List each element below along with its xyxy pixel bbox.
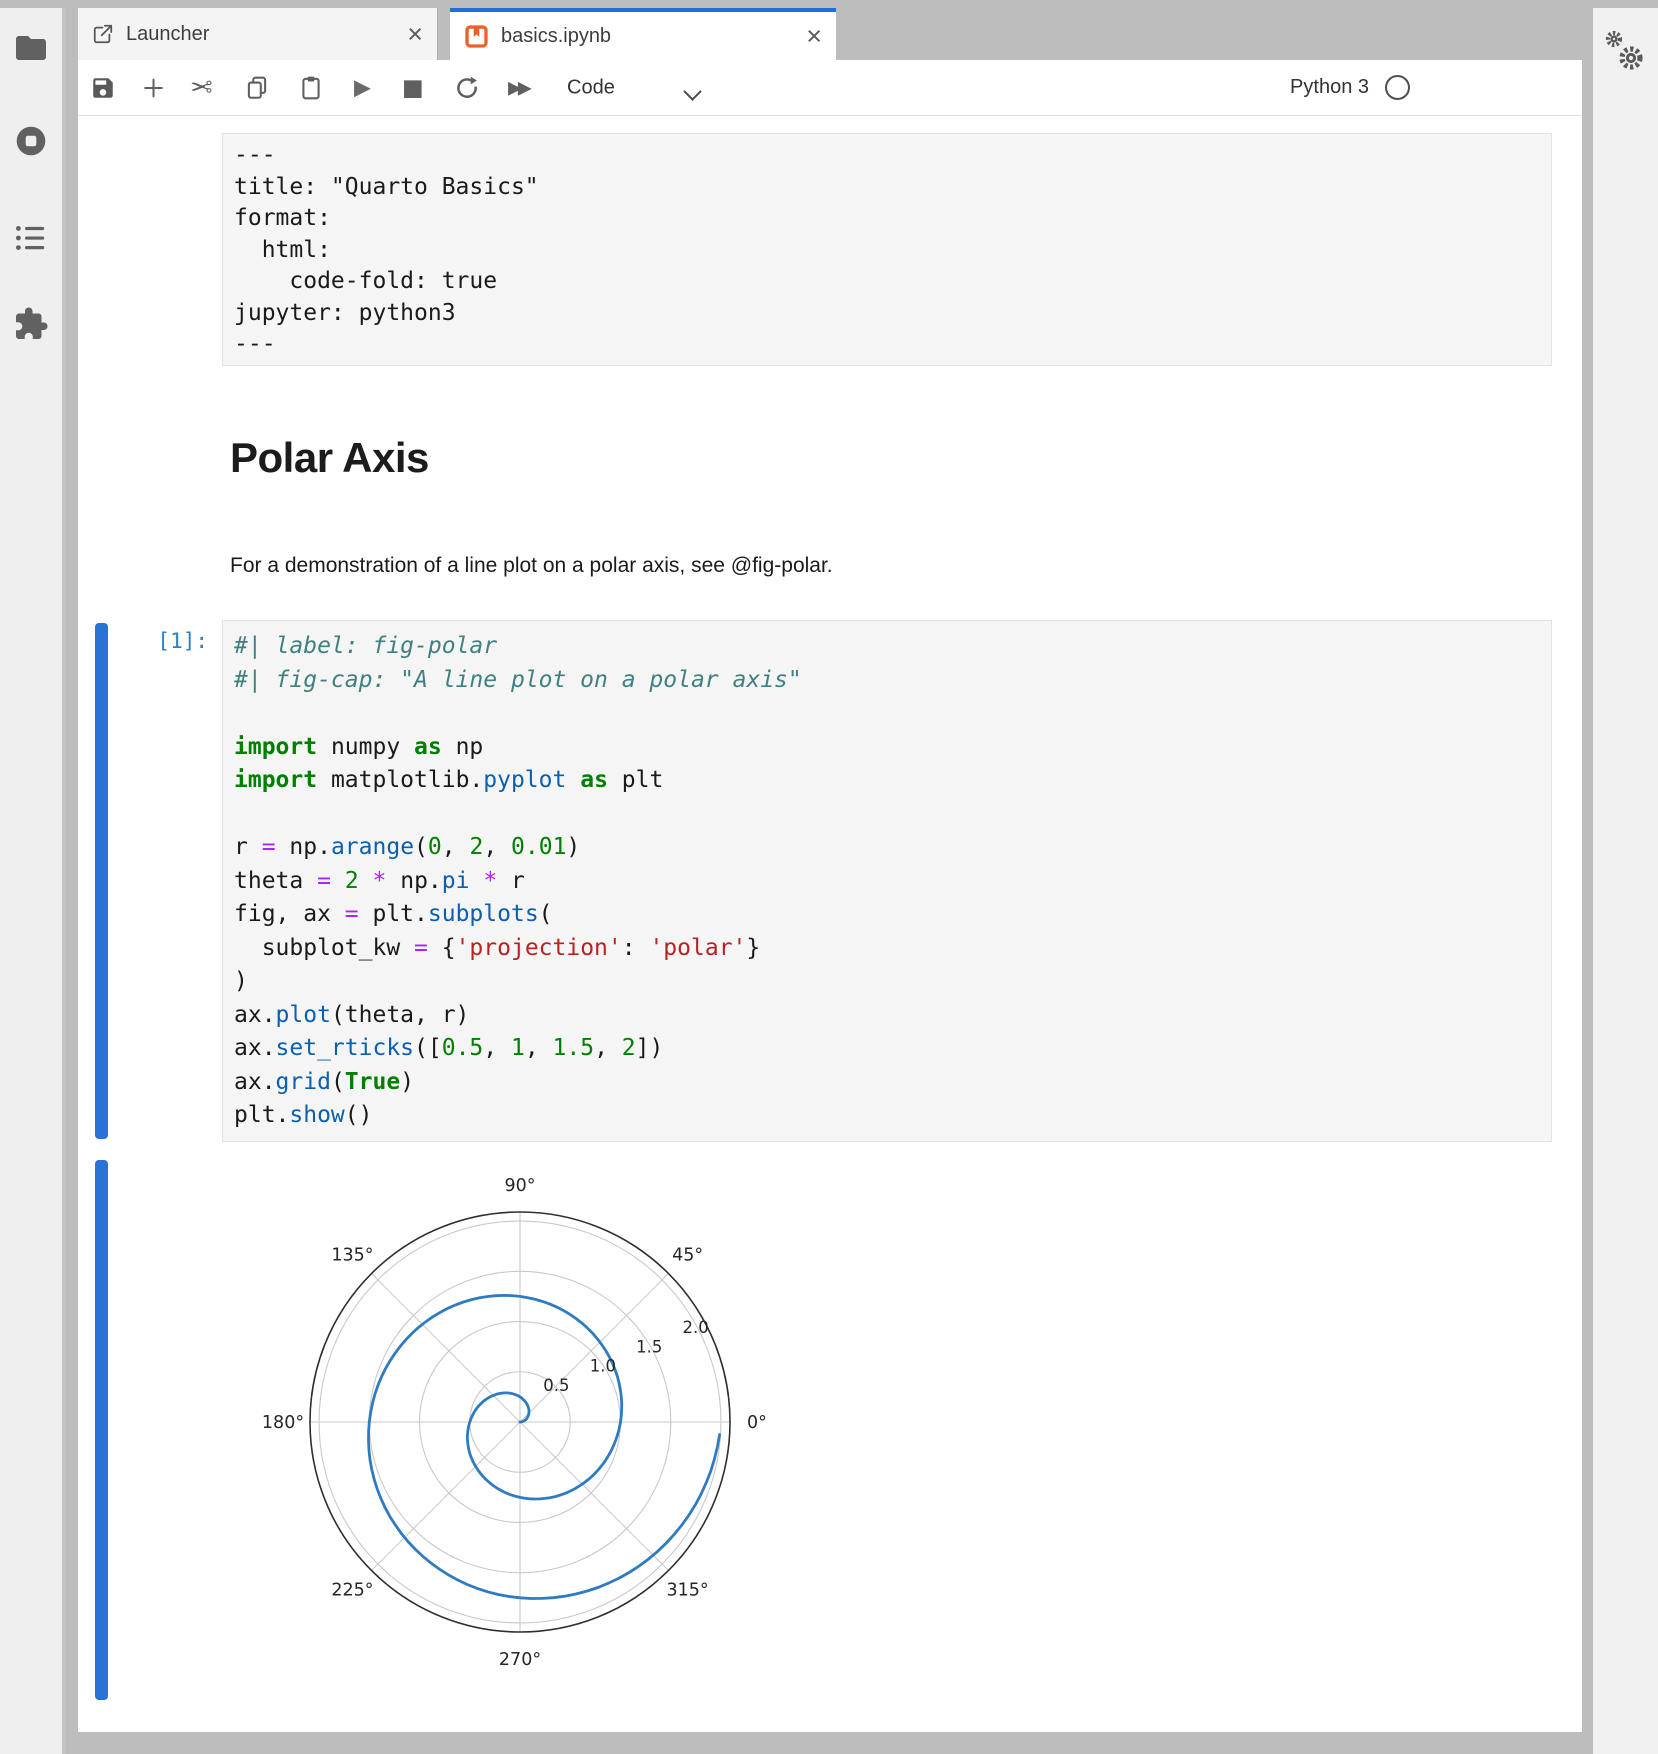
dock-tab-bar: Launcher × basics.ipynb × [78, 8, 1582, 60]
table-of-contents-icon[interactable] [13, 220, 49, 256]
run-cell-button[interactable]: ▶ [354, 75, 371, 100]
kernel-indicator[interactable]: Python 3 [1290, 60, 1410, 115]
cell-type-dropdown[interactable]: Code [567, 76, 615, 99]
execution-count-prompt: [1]: [78, 629, 208, 653]
tab-launcher[interactable]: Launcher × [78, 8, 438, 60]
svg-text:45°: 45° [672, 1245, 703, 1265]
left-activity-bar [0, 8, 66, 1754]
kernel-idle-circle-icon [1385, 75, 1410, 100]
tab-launcher-label: Launcher [126, 23, 209, 46]
insert-cell-button[interactable] [141, 75, 166, 100]
output-cell-collapser[interactable] [95, 1160, 108, 1700]
extension-manager-icon[interactable] [13, 306, 49, 342]
svg-text:135°: 135° [331, 1245, 373, 1265]
svg-text:2.0: 2.0 [683, 1318, 709, 1337]
launcher-icon [92, 23, 114, 45]
code-cell-editor[interactable]: #| label: fig-polar#| fig-cap: "A line p… [222, 620, 1552, 1142]
tab-basics-ipynb[interactable]: basics.ipynb × [450, 8, 836, 60]
running-kernels-icon[interactable] [13, 123, 49, 159]
markdown-heading: Polar Axis [230, 434, 429, 482]
svg-text:1.0: 1.0 [590, 1357, 616, 1376]
right-sidebar [1593, 8, 1658, 1754]
svg-text:225°: 225° [331, 1581, 373, 1601]
copy-cells-button[interactable] [244, 75, 270, 101]
tab-basics-close-icon[interactable]: × [806, 23, 822, 50]
jupyterlab-window: Launcher × basics.ipynb × ✂ [0, 0, 1658, 1754]
svg-text:315°: 315° [667, 1581, 709, 1601]
svg-text:1.5: 1.5 [636, 1337, 662, 1356]
paste-cells-button[interactable] [298, 75, 324, 101]
svg-text:0°: 0° [747, 1413, 767, 1433]
restart-run-all-button[interactable]: ▶▶ [508, 77, 528, 98]
svg-text:180°: 180° [262, 1413, 304, 1433]
main-dock-panel: Launcher × basics.ipynb × ✂ [78, 8, 1582, 1732]
property-inspector-gears-icon[interactable] [1601, 24, 1649, 76]
raw-yaml-cell[interactable]: ---title: "Quarto Basics"format: html: c… [222, 133, 1552, 366]
chevron-down-icon[interactable] [683, 82, 701, 100]
save-button[interactable] [90, 75, 116, 101]
interrupt-kernel-button[interactable]: ■ [402, 75, 424, 101]
svg-text:90°: 90° [504, 1176, 535, 1196]
kernel-name: Python 3 [1290, 76, 1369, 99]
cut-cells-button[interactable]: ✂ [190, 72, 213, 103]
notebook-toolbar: ✂ ▶ ■ ▶▶ Code Python 3 [78, 60, 1582, 116]
notebook-scroll-area: ---title: "Quarto Basics"format: html: c… [78, 116, 1582, 1732]
markdown-paragraph: For a demonstration of a line plot on a … [230, 554, 833, 578]
tab-basics-label: basics.ipynb [501, 25, 611, 48]
tab-launcher-close-icon[interactable]: × [407, 21, 423, 48]
svg-text:270°: 270° [499, 1650, 541, 1670]
svg-text:0.5: 0.5 [543, 1376, 569, 1395]
input-cell-collapser[interactable] [95, 623, 108, 1139]
notebook-icon [464, 24, 489, 49]
file-browser-icon[interactable] [13, 30, 49, 66]
restart-kernel-button[interactable] [454, 75, 480, 101]
polar-plot-output: 0° 45° 90° 135° 180° 225° 270° 315° 0.5 1.0 1.5 2.0 [230, 1168, 810, 1693]
